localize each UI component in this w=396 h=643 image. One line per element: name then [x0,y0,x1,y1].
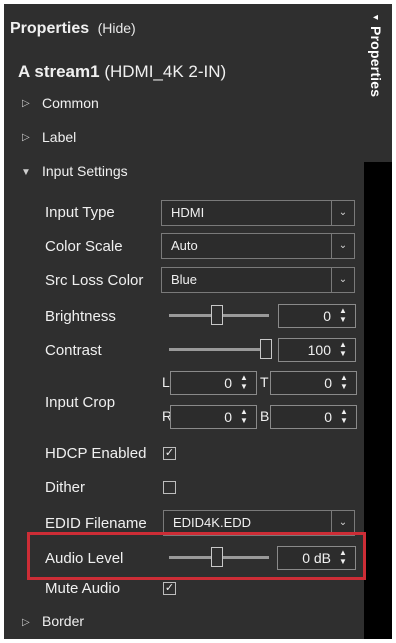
expand-label-icon[interactable]: ▷ [22,132,30,143]
spin-arrows-icon[interactable]: ▲ ▼ [336,407,352,427]
hdcp-enabled-checkbox[interactable]: ✓ [163,447,176,460]
contrast-spinbox[interactable]: 100 ▲ ▼ [278,338,356,362]
mute-audio-label: Mute Audio [45,580,121,597]
crop-top-value: 0 [324,375,332,391]
highlight-box [27,532,366,580]
color-scale-label: Color Scale [45,238,123,255]
crop-bottom-spinbox[interactable]: 0 ▲ ▼ [270,405,357,429]
side-tab-label: Properties [368,26,384,98]
input-type-label: Input Type [45,204,115,221]
input-type-value: HDMI [171,205,205,220]
edid-filename-value: EDID4K.EDD [173,515,252,530]
src-loss-color-dropdown[interactable]: Blue ⌄ [161,267,355,293]
spin-arrows-icon[interactable]: ▲ ▼ [335,340,351,360]
crop-bottom-label: B [260,408,270,424]
object-name: A stream1 [18,62,100,81]
crop-left-value: 0 [224,375,232,391]
collapse-arrow-icon[interactable]: ◂ [373,12,378,23]
panel-header: Properties (Hide) [10,20,136,38]
src-loss-color-label: Src Loss Color [45,272,144,289]
spin-arrows-icon[interactable]: ▲ ▼ [236,407,252,427]
spin-arrows-icon[interactable]: ▲ ▼ [336,373,352,393]
expand-border-icon[interactable]: ▷ [22,617,30,628]
section-border[interactable]: Border [42,613,84,629]
hdcp-enabled-label: HDCP Enabled [45,445,147,462]
chevron-down-icon[interactable]: ⌄ [331,234,354,258]
color-scale-dropdown[interactable]: Auto ⌄ [161,233,355,259]
crop-right-spinbox[interactable]: 0 ▲ ▼ [170,405,257,429]
spin-arrows-icon[interactable]: ▲ ▼ [335,306,351,326]
side-strip [364,162,392,639]
section-input-settings[interactable]: Input Settings [42,163,128,179]
input-type-dropdown[interactable]: HDMI ⌄ [161,200,355,226]
crop-left-spinbox[interactable]: 0 ▲ ▼ [170,371,257,395]
edid-filename-label: EDID Filename [45,515,147,532]
mute-audio-checkbox[interactable]: ✓ [163,582,176,595]
spin-arrows-icon[interactable]: ▲ ▼ [236,373,252,393]
contrast-label: Contrast [45,342,102,359]
contrast-value: 100 [307,342,331,358]
expand-common-icon[interactable]: ▷ [22,98,30,109]
object-title: A stream1 (HDMI_4K 2-IN) [18,62,226,82]
brightness-label: Brightness [45,308,116,325]
crop-bottom-value: 0 [324,409,332,425]
collapse-input-settings-icon[interactable]: ▼ [21,167,31,178]
contrast-slider-thumb[interactable] [260,339,272,359]
crop-top-label: T [260,374,269,390]
brightness-slider-thumb[interactable] [211,305,223,325]
dither-label: Dither [45,479,86,496]
chevron-down-icon[interactable]: ⌄ [331,201,354,225]
dither-checkbox[interactable] [163,481,176,494]
panel-title: Properties [10,20,90,37]
brightness-value: 0 [323,308,331,324]
hide-link[interactable]: (Hide) [98,20,136,36]
crop-right-value: 0 [224,409,232,425]
crop-top-spinbox[interactable]: 0 ▲ ▼ [270,371,357,395]
chevron-down-icon[interactable]: ⌄ [331,268,354,292]
section-common[interactable]: Common [42,95,99,111]
color-scale-value: Auto [171,238,198,253]
properties-side-tab[interactable]: ◂ Properties [364,4,392,162]
brightness-spinbox[interactable]: 0 ▲ ▼ [278,304,356,328]
input-crop-label: Input Crop [45,394,116,411]
crop-left-label: L [162,374,170,390]
src-loss-color-value: Blue [171,272,198,287]
object-type: (HDMI_4K 2-IN) [104,62,227,81]
contrast-slider-track[interactable] [169,348,269,351]
section-label[interactable]: Label [42,129,76,145]
